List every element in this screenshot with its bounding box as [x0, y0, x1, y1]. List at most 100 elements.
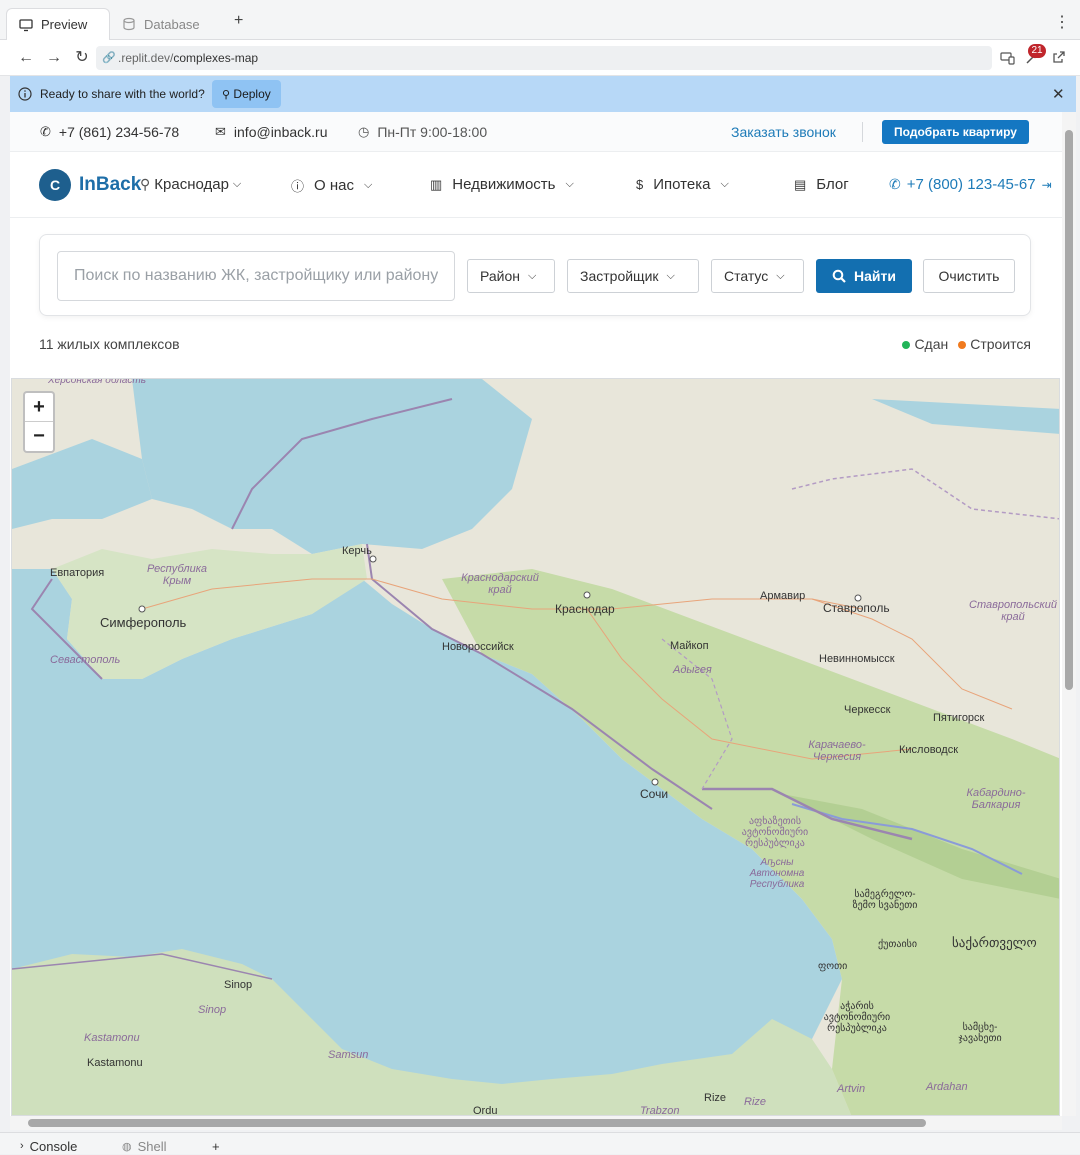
logo-icon[interactable]: C: [39, 169, 71, 201]
building-icon: ▥: [430, 176, 443, 192]
dollar-icon: $: [636, 177, 644, 192]
legend-ready-label: Сдан: [914, 336, 949, 352]
map-label-abkhazia-ru: Аҧсны Автономна Республика: [749, 857, 805, 890]
map-label-abkhazia-ge: აფხაზეთის ავტონომიური რესპუბლიკა: [741, 816, 809, 849]
phone-icon: ✆: [40, 124, 51, 139]
callback-link[interactable]: Заказать звонок: [731, 124, 836, 140]
tab-preview-label: Preview: [41, 17, 88, 32]
tab-database[interactable]: Database: [110, 8, 224, 40]
map-label-kislovodsk: Кисловодск: [899, 744, 959, 756]
topbar-phone[interactable]: ✆ +7 (861) 234-56-78: [40, 124, 179, 140]
add-tab-button[interactable]: +: [234, 12, 243, 30]
map-label-kastamonu: Kastamonu: [87, 1057, 143, 1069]
main-navigation: C InBack ⚲ Краснодар ⌵ ⓘ О нас ⌵ ▥ Недви…: [10, 152, 1062, 218]
pick-apartment-button[interactable]: Подобрать квартиру: [882, 120, 1029, 144]
deploy-icon: ⚲: [222, 89, 231, 101]
deploy-button[interactable]: ⚲ Deploy: [212, 80, 281, 108]
forward-icon[interactable]: →: [44, 48, 64, 68]
map-label-kutaisi: ქუთაისი: [878, 939, 918, 950]
map-label-sochi: Сочи: [640, 787, 669, 801]
tab-database-label: Database: [144, 16, 200, 32]
find-label: Найти: [854, 268, 896, 284]
status-dropdown[interactable]: Статус ⌵: [711, 259, 804, 293]
search-panel: Район ⌵ Застройщик ⌵ Статус ⌵ Найти Очис…: [39, 234, 1031, 316]
map-label-ardahan: Ardahan: [926, 1081, 968, 1093]
map-label-samegrelo: სამეგრელო-ზემო სვანეთი: [852, 889, 918, 911]
tab-shell[interactable]: ◍ Shell: [114, 1137, 175, 1155]
map-label-kbr: Кабардино-Балкария: [966, 787, 1026, 811]
zoom-control: + −: [23, 391, 55, 453]
topbar-divider: [862, 122, 863, 142]
search-input[interactable]: [57, 251, 455, 301]
find-button[interactable]: Найти: [816, 259, 912, 293]
map-label-simferopol: Симферополь: [100, 615, 187, 630]
topbar-email[interactable]: ✉ info@inback.ru: [215, 124, 328, 140]
notification-badge: 21: [1028, 44, 1046, 58]
map-label-artvin: Artvin: [837, 1083, 866, 1095]
envelope-icon: ✉: [215, 124, 226, 139]
close-icon[interactable]: ✕: [1052, 85, 1065, 103]
map-label-nevinnomyssk: Невинномысск: [819, 653, 895, 665]
district-dropdown[interactable]: Район ⌵: [467, 259, 555, 293]
nav-phone[interactable]: ✆ +7 (800) 123-45-67 ⇥: [889, 176, 1052, 193]
vertical-scroll-thumb[interactable]: [1065, 130, 1073, 690]
district-label: Район: [480, 268, 520, 284]
nav-item-blog[interactable]: ▤ Блог: [794, 176, 849, 193]
deploy-banner: Ready to share with the world? ⚲ Deploy …: [10, 76, 1076, 112]
nav-phone-text: +7 (800) 123-45-67: [906, 176, 1036, 193]
tab-preview[interactable]: Preview: [6, 8, 110, 40]
url-field[interactable]: 🔗 .replit.dev/complexes-map: [96, 46, 992, 70]
chevron-right-icon: ›: [20, 1140, 24, 1152]
nav-item-about[interactable]: ⓘ О нас ⌵: [291, 176, 372, 195]
map-label-samsun: Samsun: [328, 1049, 369, 1061]
open-external-icon[interactable]: [1052, 50, 1066, 69]
map-label-sinop-city: Sinop: [224, 979, 253, 991]
add-panel-tab-button[interactable]: +: [204, 1137, 228, 1155]
legend-item-building: Строится: [958, 336, 1031, 352]
back-icon[interactable]: ←: [16, 48, 36, 68]
developer-label: Застройщик: [580, 268, 659, 284]
complexes-map[interactable]: + − Херсонская область Керчь Евпатория Р…: [11, 378, 1060, 1116]
website-page: ✆ +7 (861) 234-56-78 ✉ info@inback.ru ◷ …: [10, 112, 1062, 1116]
search-icon: [832, 269, 846, 283]
vertical-scrollbar[interactable]: [1062, 112, 1076, 1116]
zoom-in-button[interactable]: +: [25, 393, 53, 422]
map-label-kchr: Карачаево-Черкесия: [808, 739, 866, 763]
map-label-georgia: საქართველო: [952, 935, 1037, 950]
city-selector[interactable]: ⚲ Краснодар ⌵: [140, 176, 241, 193]
logo-text[interactable]: InBack: [79, 174, 141, 196]
info-icon: [18, 87, 32, 101]
bottom-panel: › Console ◍ Shell +: [0, 1132, 1080, 1154]
devices-icon[interactable]: [1000, 50, 1016, 71]
nav-mortgage-label: Ипотека: [653, 176, 711, 193]
chevron-down-icon: ⌵: [232, 178, 242, 190]
developer-dropdown[interactable]: Застройщик ⌵: [567, 259, 699, 293]
logout-icon: ⇥: [1041, 177, 1052, 192]
nav-realty-label: Недвижимость: [452, 176, 556, 193]
map-label-rize: Rize: [744, 1096, 767, 1108]
map-label-pyatigorsk: Пятигорск: [933, 712, 985, 724]
url-path: complexes-map: [173, 51, 259, 65]
nav-item-realty[interactable]: ▥ Недвижимость ⌵: [430, 176, 574, 193]
banner-text: Ready to share with the world?: [40, 87, 205, 101]
more-menu-icon[interactable]: ⋮: [1054, 12, 1070, 32]
legend-item-ready: Сдан: [902, 336, 948, 352]
tab-console[interactable]: › Console: [12, 1137, 85, 1155]
map-label-krasnodar-region: Краснодарский край: [461, 572, 539, 596]
horizontal-scrollbar[interactable]: [10, 1116, 1062, 1130]
map-label-armavir: Армавир: [760, 590, 806, 602]
nav-item-mortgage[interactable]: $ Ипотека ⌵: [636, 176, 729, 193]
clear-button[interactable]: Очистить: [923, 259, 1015, 293]
info-icon: ⓘ: [291, 179, 305, 194]
monitor-icon: [19, 18, 33, 31]
horizontal-scroll-thumb[interactable]: [28, 1119, 926, 1127]
results-count: 11 жилых комплексов: [39, 336, 180, 352]
map-label-kastamonu-region: Kastamonu: [84, 1032, 140, 1044]
city-label: Краснодар: [154, 176, 229, 193]
map-label-krasnodar: Краснодар: [555, 602, 615, 616]
map-label-rize-city: Rize: [704, 1092, 727, 1104]
url-domain: .replit.dev/: [118, 51, 174, 65]
zoom-out-button[interactable]: −: [25, 422, 53, 451]
reload-icon[interactable]: ↻: [72, 48, 92, 68]
orange-dot-icon: [958, 341, 967, 350]
